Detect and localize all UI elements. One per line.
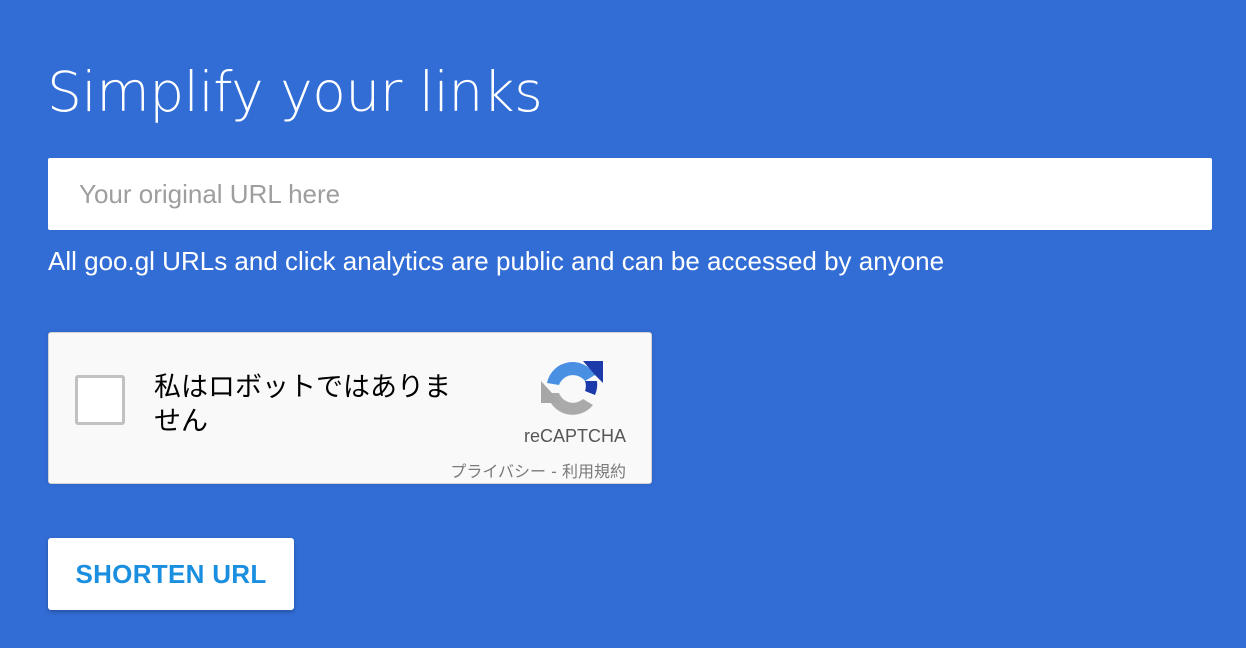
page: Simplify your links All goo.gl URLs and … — [0, 0, 1246, 648]
shorten-url-button[interactable]: SHORTEN URL — [48, 538, 294, 610]
link-separator: - — [546, 462, 562, 481]
captcha-checkbox[interactable] — [75, 375, 125, 425]
url-input[interactable] — [48, 158, 1212, 230]
recaptcha-brand: reCAPTCHA — [523, 426, 626, 446]
recaptcha-widget: 私はロボットではありません reCAPTCHA プライバシー - 利用規約 — [48, 332, 652, 484]
captcha-label: 私はロボットではありません — [154, 372, 451, 437]
terms-link[interactable]: 利用規約 — [562, 462, 626, 481]
privacy-link[interactable]: プライバシー — [450, 462, 546, 481]
page-title: Simplify your links — [47, 60, 543, 124]
public-analytics-notice: All goo.gl URLs and click analytics are … — [48, 246, 945, 276]
captcha-links: プライバシー - 利用規約 — [450, 458, 626, 482]
recaptcha-logo-icon — [541, 361, 603, 415]
